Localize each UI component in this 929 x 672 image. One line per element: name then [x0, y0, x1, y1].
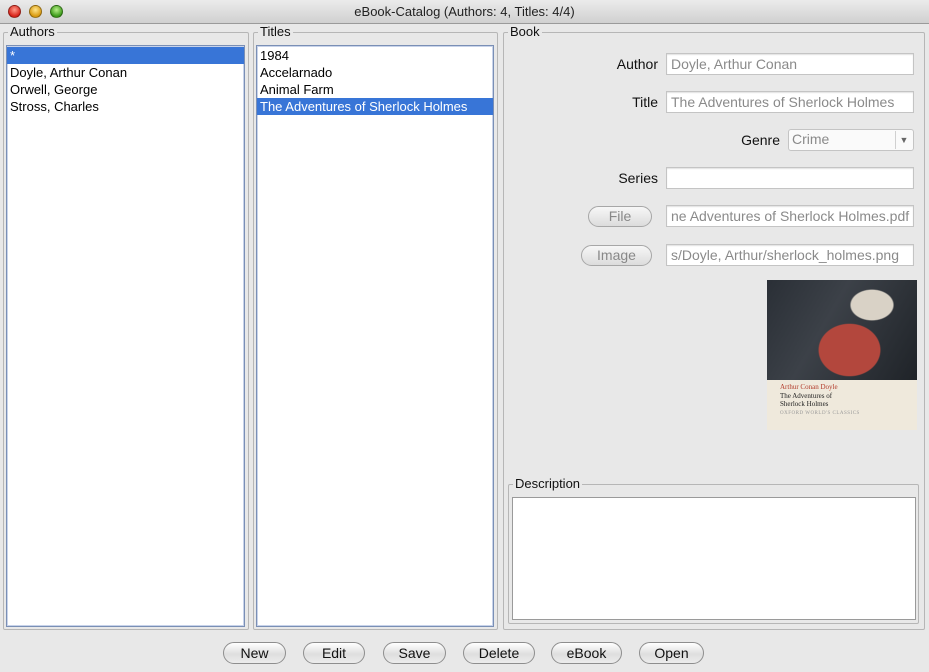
ebook-button[interactable]: eBook [551, 642, 622, 664]
series-label: Series [618, 170, 658, 186]
chevron-down-icon: ▼ [895, 131, 912, 149]
cover-title-line1: The Adventures of [780, 392, 833, 400]
author-item-orwell[interactable]: Orwell, George [7, 81, 244, 98]
description-textarea[interactable] [512, 497, 916, 620]
book-cover-image: Arthur Conan Doyle The Adventures of She… [767, 280, 917, 430]
image-path-field[interactable]: s/Doyle, Arthur/sherlock_holmes.png [666, 244, 914, 266]
window-titlebar: eBook-Catalog (Authors: 4, Titles: 4/4) [0, 0, 929, 24]
titles-list[interactable]: 1984 Accelarnado Animal Farm The Adventu… [256, 45, 494, 627]
new-button[interactable]: New [223, 642, 286, 664]
author-label: Author [616, 56, 658, 72]
image-button[interactable]: Image [581, 245, 652, 266]
author-item-stross[interactable]: Stross, Charles [7, 98, 244, 115]
open-button[interactable]: Open [639, 642, 704, 664]
cover-illustration [767, 280, 917, 380]
window-title: eBook-Catalog (Authors: 4, Titles: 4/4) [354, 4, 575, 19]
file-button[interactable]: File [588, 206, 652, 227]
title-item-1984[interactable]: 1984 [257, 47, 493, 64]
save-button[interactable]: Save [383, 642, 446, 664]
title-item-sherlock-holmes[interactable]: The Adventures of Sherlock Holmes [257, 98, 493, 115]
cover-text-panel: Arthur Conan Doyle The Adventures of She… [767, 380, 917, 430]
file-path-field[interactable]: ne Adventures of Sherlock Holmes.pdf [666, 205, 914, 227]
title-item-animal-farm[interactable]: Animal Farm [257, 81, 493, 98]
authors-list[interactable]: * Doyle, Arthur Conan Orwell, George Str… [6, 45, 245, 627]
edit-button[interactable]: Edit [303, 642, 365, 664]
cover-title-line2: Sherlock Holmes [780, 400, 829, 408]
author-item-doyle[interactable]: Doyle, Arthur Conan [7, 64, 244, 81]
description-legend: Description [513, 476, 583, 492]
genre-label: Genre [741, 132, 780, 148]
cover-series: OXFORD WORLD'S CLASSICS [780, 411, 860, 416]
series-field[interactable] [666, 167, 914, 189]
title-item-accelarnado[interactable]: Accelarnado [257, 64, 493, 81]
author-item-all[interactable]: * [7, 47, 244, 64]
delete-button[interactable]: Delete [463, 642, 535, 664]
genre-select[interactable]: Crime ▼ [788, 129, 914, 151]
titles-legend: Titles [258, 24, 293, 40]
genre-value: Crime [792, 131, 830, 147]
author-field[interactable]: Doyle, Arthur Conan [666, 53, 914, 75]
book-legend: Book [508, 24, 542, 40]
title-field[interactable]: The Adventures of Sherlock Holmes [666, 91, 914, 113]
cover-author: Arthur Conan Doyle [780, 383, 838, 391]
authors-legend: Authors [8, 24, 57, 40]
title-label: Title [632, 94, 658, 110]
